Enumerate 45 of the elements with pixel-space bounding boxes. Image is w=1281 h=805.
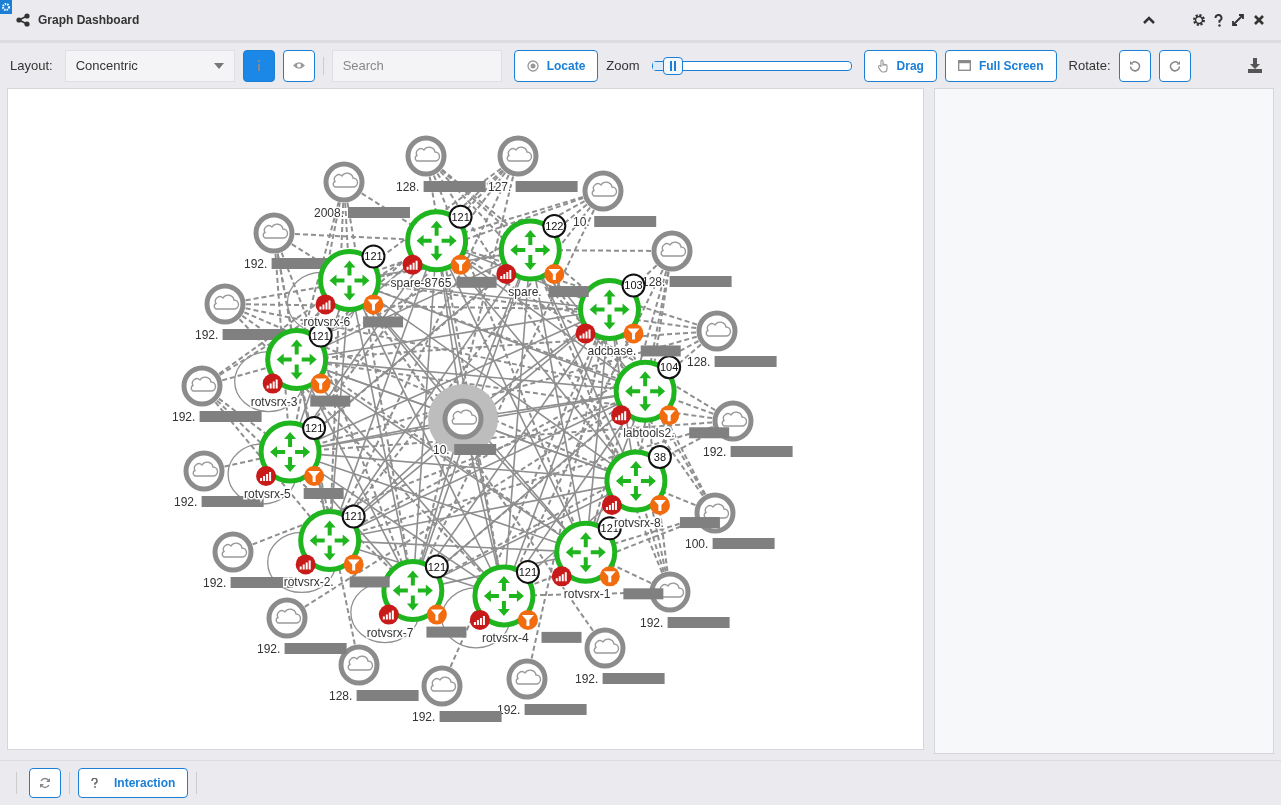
rotate-label: Rotate: (1068, 56, 1111, 75)
window-title: Graph Dashboard (38, 12, 140, 29)
node-label: 192. (172, 410, 196, 424)
node-label: 192. (412, 710, 436, 724)
count-badge: 121 (515, 559, 540, 584)
count-badge: 121 (341, 504, 366, 529)
node-label: rotvsrx-1 (563, 587, 611, 602)
node-label: 192. (203, 576, 227, 590)
node-label: 2008. (314, 206, 345, 220)
node-label: 127. (488, 180, 512, 194)
node-label: 192. (195, 328, 219, 342)
layout-label: Layout: (10, 56, 53, 75)
node-label: adcbase. (587, 344, 637, 359)
node-label: rotvsrx-7 (366, 625, 414, 640)
count-badge: 38 (647, 445, 672, 470)
search-field[interactable]: Search (331, 49, 502, 82)
node-label: spare-8765 (390, 275, 452, 290)
node-label: 128. (396, 180, 420, 194)
node-label: spare. (508, 285, 542, 300)
node-label: labtools2. (623, 426, 675, 441)
node-label: 128. (687, 355, 711, 369)
node-label: rotvsrx-3 (250, 394, 298, 409)
interaction-button[interactable]: Interaction (78, 768, 189, 798)
zoom-label: Zoom (606, 56, 640, 75)
count-badge: 121 (302, 416, 327, 440)
drag-button[interactable]: Drag (863, 49, 937, 82)
locate-button[interactable]: Locate (513, 49, 599, 82)
count-badge: 121 (424, 554, 449, 579)
node-label: rotvsrx-4 (481, 630, 529, 645)
node-label: 10. (433, 443, 450, 457)
node-label: rotvsrx-5 (244, 487, 291, 501)
node-label: 192. (174, 495, 198, 509)
node-label: 192. (257, 642, 281, 656)
node-label: 10. (573, 215, 590, 229)
full-screen-button[interactable]: Full Screen (944, 49, 1057, 82)
count-badge: 122 (542, 214, 567, 239)
node-label: 192. (703, 445, 727, 459)
node-label: 128. (329, 689, 353, 703)
node-label: 100. (685, 537, 709, 551)
count-badge: 121 (361, 244, 386, 269)
count-badge: 121 (448, 204, 473, 229)
node-label: 192. (244, 257, 268, 271)
layout-dropdown[interactable]: Concentric (64, 49, 235, 82)
node-label: 192. (575, 672, 599, 686)
node-label: 192. (640, 616, 664, 630)
